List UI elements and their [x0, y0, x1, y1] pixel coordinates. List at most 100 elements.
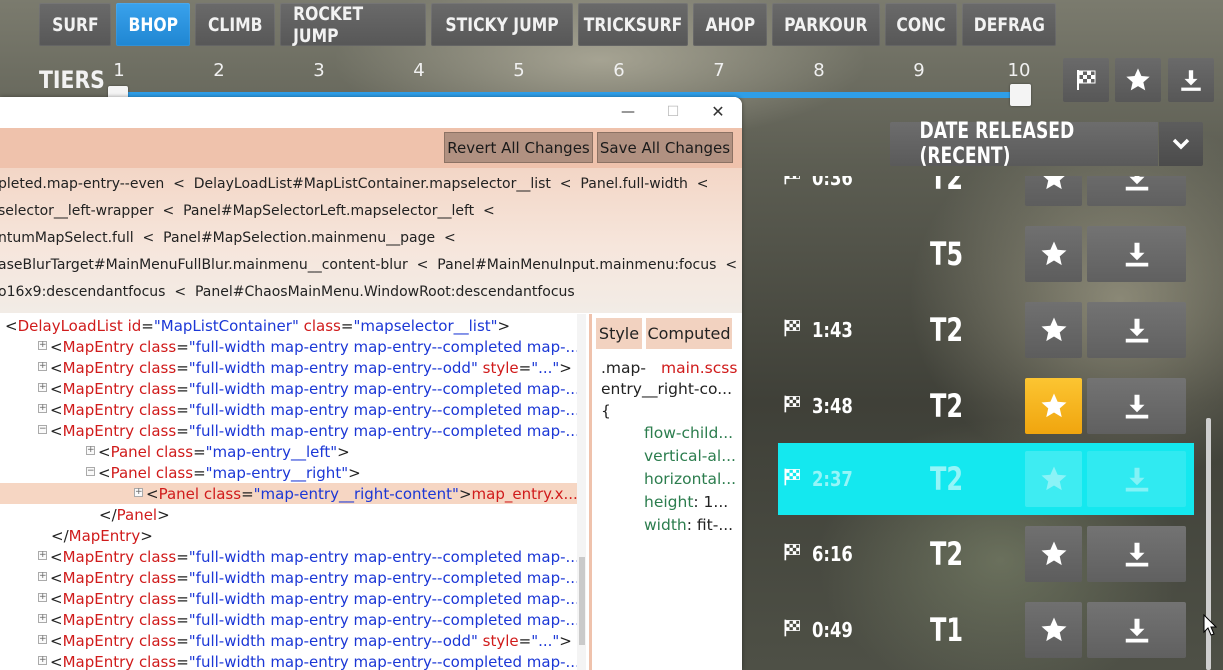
- tab-mode-parkour[interactable]: PARKOUR: [772, 3, 880, 46]
- tab-mode-climb[interactable]: CLIMB: [195, 3, 275, 46]
- breadcrumb-line[interactable]: o16x9:descendantfocus < Panel#ChaosMainM…: [0, 278, 575, 305]
- tree-node[interactable]: + <MapEntry class="full-width map-entry m…: [38, 651, 577, 670]
- tree-node[interactable]: + <MapEntry class="full-width map-entry m…: [38, 336, 577, 357]
- tree-scrollbar-thumb[interactable]: [579, 557, 585, 645]
- tab-mode-conc[interactable]: CONC: [885, 3, 957, 46]
- collapse-icon[interactable]: −: [38, 424, 47, 434]
- map-entry[interactable]: 2:37 T2: [778, 443, 1194, 515]
- expand-icon[interactable]: +: [86, 445, 95, 455]
- favorite-button[interactable]: [1025, 176, 1082, 206]
- sort-dropdown[interactable]: DATE RELEASED (RECENT): [890, 119, 1158, 169]
- download-button[interactable]: [1087, 602, 1186, 658]
- tab-label: TRICKSURF: [583, 13, 683, 36]
- map-entry[interactable]: 3:48 T2: [778, 370, 1194, 442]
- map-entry[interactable]: 6:16 T2: [778, 518, 1194, 590]
- favorite-button[interactable]: [1025, 602, 1082, 658]
- breadcrumb-line[interactable]: pleted.map-entry--even < DelayLoadList#M…: [0, 170, 709, 197]
- style-property[interactable]: width: fit-...: [644, 516, 733, 534]
- tab-mode-rocket-jump[interactable]: ROCKET JUMP: [280, 3, 426, 47]
- tab-mode-surf[interactable]: SURF: [39, 3, 111, 46]
- maximize-button[interactable]: ☐: [653, 97, 693, 126]
- style-source-file[interactable]: main.scss: [661, 359, 737, 377]
- tab-mode-bhop[interactable]: BHOP: [116, 3, 190, 46]
- expand-icon[interactable]: +: [134, 487, 143, 497]
- tree-node[interactable]: + <MapEntry class="full-width map-entry m…: [38, 357, 572, 378]
- checkered-flag-icon: [782, 542, 802, 567]
- favorite-button[interactable]: [1025, 226, 1082, 282]
- map-entry[interactable]: 0:36 T2: [778, 176, 1194, 214]
- tab-mode-tricksurf[interactable]: TRICKSURF: [578, 3, 688, 46]
- map-entry[interactable]: 1:43 T2: [778, 294, 1194, 366]
- style-property[interactable]: height: 1...: [644, 493, 728, 511]
- tab-mode-defrag[interactable]: DEFRAG: [962, 3, 1056, 46]
- map-entry[interactable]: 0:49 T1: [778, 594, 1194, 666]
- tab-style[interactable]: Style: [596, 318, 642, 349]
- collapse-icon[interactable]: −: [86, 466, 95, 476]
- expand-icon[interactable]: +: [38, 403, 47, 413]
- style-property[interactable]: flow-child...: [644, 424, 733, 442]
- debugger-titlebar[interactable]: — ☐ ✕: [0, 97, 742, 128]
- favorite-button[interactable]: [1025, 451, 1082, 507]
- download-button[interactable]: [1087, 378, 1186, 434]
- tree-node[interactable]: + <MapEntry class="full-width map-entry m…: [38, 609, 577, 630]
- filter-completed-button[interactable]: [1063, 58, 1109, 102]
- expand-icon[interactable]: +: [38, 592, 47, 602]
- attr-name: class: [138, 337, 177, 356]
- download-button[interactable]: [1087, 526, 1186, 582]
- tag-bracket: <: [50, 568, 63, 587]
- filter-downloaded-button[interactable]: [1168, 58, 1214, 102]
- revert-all-changes-button[interactable]: Revert All Changes: [444, 132, 593, 163]
- map-tier: T2: [930, 518, 974, 590]
- tree-node-content: + <MapEntry class="full-width map-entry m…: [38, 359, 572, 377]
- tree-node[interactable]: + <MapEntry class="full-width map-entry m…: [38, 546, 577, 567]
- style-property[interactable]: horizontal...: [644, 470, 736, 488]
- tier-slider-max-handle[interactable]: [1010, 84, 1031, 106]
- download-button[interactable]: [1087, 176, 1186, 206]
- tree-node[interactable]: + <MapEntry class="full-width map-entry m…: [38, 588, 577, 609]
- breadcrumb-line[interactable]: aseBlurTarget#MainMenuFullBlur.mainmenu_…: [0, 251, 737, 278]
- tree-node[interactable]: + <MapEntry class="full-width map-entry m…: [38, 630, 572, 651]
- tree-node[interactable]: <DelayLoadList id="MapListContainer" cla…: [5, 315, 510, 336]
- style-property[interactable]: vertical-al...: [644, 447, 736, 465]
- expand-icon[interactable]: +: [38, 382, 47, 392]
- tree-node[interactable]: + <Panel class="map-entry__right-content"…: [0, 483, 577, 504]
- tree-node[interactable]: − <MapEntry class="full-width map-entry m…: [38, 420, 577, 441]
- map-completion-time: 3:48: [812, 394, 853, 418]
- minimize-button[interactable]: —: [608, 97, 648, 126]
- tab-mode-ahop[interactable]: AHOP: [693, 3, 767, 46]
- expand-icon[interactable]: +: [38, 613, 47, 623]
- expand-icon[interactable]: +: [38, 361, 47, 371]
- favorite-button[interactable]: [1025, 302, 1082, 358]
- expand-icon[interactable]: +: [38, 340, 47, 350]
- tree-node[interactable]: − <Panel class="map-entry__right">: [86, 462, 361, 483]
- tab-mode-sticky-jump[interactable]: STICKY JUMP: [431, 3, 573, 46]
- breadcrumb-line[interactable]: ntumMapSelect.full < Panel#MapSelection.…: [0, 224, 456, 251]
- star-icon: [1041, 541, 1066, 566]
- expand-icon[interactable]: +: [38, 550, 47, 560]
- map-completion-time: 2:37: [812, 467, 853, 491]
- download-button[interactable]: [1087, 302, 1186, 358]
- tree-node[interactable]: </MapEntry>: [38, 525, 153, 546]
- tree-node[interactable]: + <MapEntry class="full-width map-entry m…: [38, 567, 577, 588]
- filter-favorites-button[interactable]: [1115, 58, 1161, 102]
- tag-bracket: <: [50, 400, 63, 419]
- download-button[interactable]: [1087, 226, 1186, 282]
- tree-node[interactable]: + <Panel class="map-entry__left">: [86, 441, 350, 462]
- expand-icon[interactable]: +: [38, 571, 47, 581]
- close-button[interactable]: ✕: [698, 97, 738, 126]
- attr-equals: =: [176, 421, 189, 440]
- tag-bracket: >: [337, 442, 350, 461]
- favorite-button[interactable]: [1025, 526, 1082, 582]
- breadcrumb-line[interactable]: selector__left-wrapper < Panel#MapSelect…: [0, 197, 495, 224]
- download-button[interactable]: [1087, 451, 1186, 507]
- tree-node[interactable]: + <MapEntry class="full-width map-entry m…: [38, 399, 577, 420]
- tree-node[interactable]: </Panel>: [86, 504, 170, 525]
- favorite-button[interactable]: [1025, 378, 1082, 434]
- expand-icon[interactable]: +: [38, 634, 47, 644]
- tree-node[interactable]: + <MapEntry class="full-width map-entry m…: [38, 378, 577, 399]
- save-all-changes-button[interactable]: Save All Changes: [597, 132, 733, 163]
- map-entry[interactable]: T5: [778, 218, 1194, 290]
- tab-computed[interactable]: Computed: [646, 318, 732, 349]
- sort-dropdown-toggle[interactable]: [1159, 122, 1203, 166]
- expand-icon[interactable]: +: [38, 655, 47, 665]
